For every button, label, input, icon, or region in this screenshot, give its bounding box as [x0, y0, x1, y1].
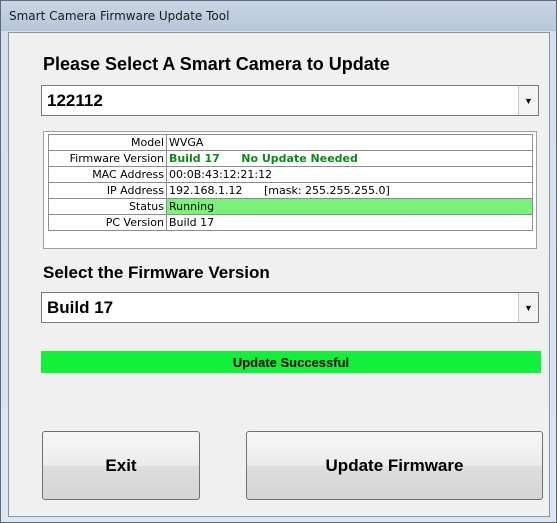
camera-select-combobox[interactable]: 122112 ▼: [41, 85, 539, 116]
chevron-down-icon: ▼: [524, 302, 533, 313]
chevron-down-icon: ▼: [524, 95, 533, 106]
info-row-firmware-version: Firmware Version Build 17 No Update Need…: [48, 150, 533, 167]
window-title: Smart Camera Firmware Update Tool: [9, 9, 230, 23]
info-label-firmware-version: Firmware Version: [48, 150, 167, 167]
firmware-select-dropdown-button[interactable]: ▼: [518, 293, 538, 322]
camera-select-value: 122112: [47, 91, 103, 110]
app-window: Smart Camera Firmware Update Tool Please…: [0, 0, 557, 523]
camera-info-table: Model WVGA Firmware Version Build 17 No …: [48, 134, 533, 231]
info-row-mac-address: MAC Address 00:0B:43:12:21:12: [48, 166, 533, 183]
info-value-model: WVGA: [166, 134, 533, 151]
firmware-select-heading: Select the Firmware Version: [43, 263, 270, 282]
firmware-version-value: Build 17: [169, 152, 220, 165]
info-row-ip-address: IP Address 192.168.1.12 [mask: 255.255.2…: [48, 182, 533, 199]
exit-button[interactable]: Exit: [42, 431, 200, 500]
info-label-mac-address: MAC Address: [48, 166, 167, 183]
ip-address-value: 192.168.1.12: [169, 184, 243, 197]
firmware-select-value: Build 17: [47, 298, 114, 317]
info-row-status: Status Running: [48, 198, 533, 215]
title-bar[interactable]: Smart Camera Firmware Update Tool: [1, 1, 556, 31]
camera-select-dropdown-button[interactable]: ▼: [518, 86, 538, 115]
info-value-mac-address: 00:0B:43:12:21:12: [166, 166, 533, 183]
info-label-ip-address: IP Address: [48, 182, 167, 199]
info-value-firmware-version: Build 17 No Update Needed: [166, 150, 533, 167]
camera-info-panel: Model WVGA Firmware Version Build 17 No …: [43, 131, 537, 249]
info-label-status: Status: [48, 198, 167, 215]
update-status-bar: Update Successful: [41, 351, 541, 373]
firmware-update-note: No Update Needed: [241, 152, 358, 165]
info-row-model: Model WVGA: [48, 134, 533, 151]
info-label-pc-version: PC Version: [48, 214, 167, 231]
info-value-status: Running: [166, 198, 533, 215]
camera-select-heading: Please Select A Smart Camera to Update: [43, 54, 390, 74]
firmware-select-combobox[interactable]: Build 17 ▼: [41, 292, 539, 323]
info-label-model: Model: [48, 134, 167, 151]
client-area: Please Select A Smart Camera to Update 1…: [8, 32, 550, 517]
info-row-pc-version: PC Version Build 17: [48, 214, 533, 231]
subnet-mask-value: [mask: 255.255.255.0]: [263, 184, 390, 197]
update-firmware-button[interactable]: Update Firmware: [246, 431, 543, 500]
info-value-pc-version: Build 17: [166, 214, 533, 231]
info-value-ip-address: 192.168.1.12 [mask: 255.255.255.0]: [166, 182, 533, 199]
